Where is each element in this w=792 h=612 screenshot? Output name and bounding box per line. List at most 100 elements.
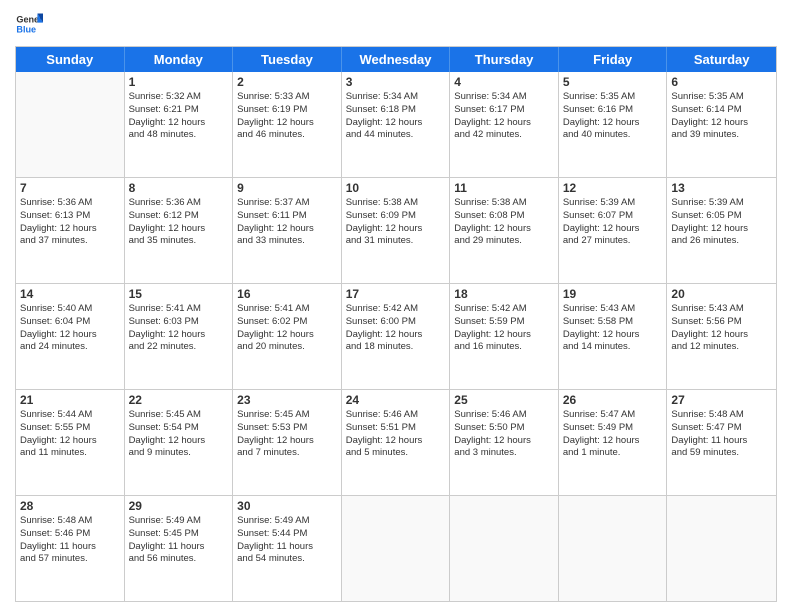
cell-info-line: Sunrise: 5:39 AM xyxy=(563,197,663,210)
cell-info-line: Sunrise: 5:36 AM xyxy=(20,197,120,210)
weekday-header-monday: Monday xyxy=(125,47,234,72)
day-number: 28 xyxy=(20,499,120,513)
cell-info-line: and 29 minutes. xyxy=(454,235,554,248)
cell-info-line: Sunset: 6:11 PM xyxy=(237,210,337,223)
cell-info-line: and 46 minutes. xyxy=(237,129,337,142)
day-cell-1: 1 Sunrise: 5:32 AMSunset: 6:21 PMDaylight… xyxy=(125,72,234,177)
cell-info-line: and 9 minutes. xyxy=(129,447,229,460)
cell-info-line: Sunset: 6:08 PM xyxy=(454,210,554,223)
cell-info-line: Daylight: 12 hours xyxy=(671,223,772,236)
day-cell-5: 5Sunrise: 5:35 AMSunset: 6:16 PMDaylight… xyxy=(559,72,668,177)
cell-info-line: Sunset: 6:17 PM xyxy=(454,104,554,117)
cell-info-line: Daylight: 12 hours xyxy=(237,223,337,236)
cell-info-line: Sunrise: 5:34 AM xyxy=(346,91,446,104)
day-cell-28: 28Sunrise: 5:48 AMSunset: 5:46 PMDayligh… xyxy=(16,496,125,601)
cell-info-line: Daylight: 11 hours xyxy=(129,541,229,554)
cell-info-line: and 48 minutes. xyxy=(129,129,229,142)
day-cell-25: 25Sunrise: 5:46 AMSunset: 5:50 PMDayligh… xyxy=(450,390,559,495)
day-cell-9: 9Sunrise: 5:37 AMSunset: 6:11 PMDaylight… xyxy=(233,178,342,283)
cell-info-line: Daylight: 12 hours xyxy=(129,117,229,130)
cell-info-line: and 3 minutes. xyxy=(454,447,554,460)
cell-info-line: Sunrise: 5:44 AM xyxy=(20,409,120,422)
cell-info-line: Sunrise: 5:43 AM xyxy=(671,303,772,316)
weekday-header-thursday: Thursday xyxy=(450,47,559,72)
day-cell-17: 17Sunrise: 5:42 AMSunset: 6:00 PMDayligh… xyxy=(342,284,451,389)
day-cell-6: 6Sunrise: 5:35 AMSunset: 6:14 PMDaylight… xyxy=(667,72,776,177)
cell-info-line: and 27 minutes. xyxy=(563,235,663,248)
cell-info-line: and 37 minutes. xyxy=(20,235,120,248)
day-number: 14 xyxy=(20,287,120,301)
cell-info-line: Sunset: 5:56 PM xyxy=(671,316,772,329)
cell-info-line: Sunrise: 5:46 AM xyxy=(346,409,446,422)
day-number: 1 xyxy=(129,75,229,89)
cell-info-line: and 16 minutes. xyxy=(454,341,554,354)
day-cell-14: 14Sunrise: 5:40 AMSunset: 6:04 PMDayligh… xyxy=(16,284,125,389)
cell-info-line: Sunset: 6:21 PM xyxy=(129,104,229,117)
cell-info-line: Sunset: 6:12 PM xyxy=(129,210,229,223)
cell-info-line: Sunset: 6:04 PM xyxy=(20,316,120,329)
cell-info-line: Sunrise: 5:32 AM xyxy=(129,91,229,104)
weekday-header-wednesday: Wednesday xyxy=(342,47,451,72)
day-number: 6 xyxy=(671,75,772,89)
day-cell-7: 7Sunrise: 5:36 AMSunset: 6:13 PMDaylight… xyxy=(16,178,125,283)
day-cell-26: 26Sunrise: 5:47 AMSunset: 5:49 PMDayligh… xyxy=(559,390,668,495)
logo: General Blue xyxy=(15,10,43,38)
cell-info-line: Sunset: 6:16 PM xyxy=(563,104,663,117)
day-number: 15 xyxy=(129,287,229,301)
cell-info-line: Daylight: 12 hours xyxy=(20,435,120,448)
cell-info-line: Daylight: 12 hours xyxy=(129,329,229,342)
cell-info-line: Sunset: 5:47 PM xyxy=(671,422,772,435)
cell-info-line: Daylight: 12 hours xyxy=(454,435,554,448)
calendar-body: 1Sunrise: 5:32 AMSunset: 6:21 PMDaylight… xyxy=(16,72,776,601)
day-number: 18 xyxy=(454,287,554,301)
cell-info-line: Sunset: 5:44 PM xyxy=(237,528,337,541)
cell-info-line: Sunrise: 5:45 AM xyxy=(129,409,229,422)
day-number: 27 xyxy=(671,393,772,407)
day-number: 12 xyxy=(563,181,663,195)
day-cell-11: 11Sunrise: 5:38 AMSunset: 6:08 PMDayligh… xyxy=(450,178,559,283)
day-number: 17 xyxy=(346,287,446,301)
day-cell-18: 18 Sunrise: 5:42 AMSunset: 5:59 PMDayligh… xyxy=(450,284,559,389)
cell-info-line: Sunrise: 5:38 AM xyxy=(454,197,554,210)
calendar-row-3: 14Sunrise: 5:40 AMSunset: 6:04 PMDayligh… xyxy=(16,284,776,390)
cell-info-line: Sunset: 6:02 PM xyxy=(237,316,337,329)
cell-info-line: Sunrise: 5:34 AM xyxy=(454,91,554,104)
calendar-header: SundayMondayTuesdayWednesdayThursdayFrid… xyxy=(16,47,776,72)
cell-info-line: Sunset: 5:58 PM xyxy=(563,316,663,329)
day-number: 10 xyxy=(346,181,446,195)
day-cell-27: 27Sunrise: 5:48 AMSunset: 5:47 PMDayligh… xyxy=(667,390,776,495)
day-number: 7 xyxy=(20,181,120,195)
day-number: 26 xyxy=(563,393,663,407)
cell-info-line: and 54 minutes. xyxy=(237,553,337,566)
cell-info-line: Sunrise: 5:42 AM xyxy=(454,303,554,316)
cell-info-line: Daylight: 12 hours xyxy=(346,329,446,342)
cell-info-line: Daylight: 12 hours xyxy=(129,223,229,236)
day-number: 23 xyxy=(237,393,337,407)
svg-text:Blue: Blue xyxy=(16,24,36,34)
calendar-row-5: 28Sunrise: 5:48 AMSunset: 5:46 PMDayligh… xyxy=(16,496,776,601)
cell-info-line: Daylight: 12 hours xyxy=(454,329,554,342)
cell-info-line: Sunset: 5:54 PM xyxy=(129,422,229,435)
cell-info-line: and 7 minutes. xyxy=(237,447,337,460)
day-cell-16: 16Sunrise: 5:41 AMSunset: 6:02 PMDayligh… xyxy=(233,284,342,389)
cell-info-line: and 20 minutes. xyxy=(237,341,337,354)
weekday-header-tuesday: Tuesday xyxy=(233,47,342,72)
cell-info-line: Sunset: 5:50 PM xyxy=(454,422,554,435)
cell-info-line: Sunrise: 5:47 AM xyxy=(563,409,663,422)
cell-info-line: and 1 minute. xyxy=(563,447,663,460)
day-number: 24 xyxy=(346,393,446,407)
day-number: 4 xyxy=(454,75,554,89)
day-cell-20: 20Sunrise: 5:43 AMSunset: 5:56 PMDayligh… xyxy=(667,284,776,389)
empty-cell-4-5 xyxy=(559,496,668,601)
day-number: 16 xyxy=(237,287,337,301)
cell-info-line: and 33 minutes. xyxy=(237,235,337,248)
day-cell-15: 15Sunrise: 5:41 AMSunset: 6:03 PMDayligh… xyxy=(125,284,234,389)
cell-info-line: Daylight: 12 hours xyxy=(671,329,772,342)
cell-info-line: Daylight: 12 hours xyxy=(237,435,337,448)
cell-info-line: Sunset: 5:55 PM xyxy=(20,422,120,435)
day-number: 5 xyxy=(563,75,663,89)
cell-info-line: Sunset: 6:14 PM xyxy=(671,104,772,117)
cell-info-line: and 59 minutes. xyxy=(671,447,772,460)
cell-info-line: Sunset: 5:59 PM xyxy=(454,316,554,329)
cell-info-line: and 5 minutes. xyxy=(346,447,446,460)
